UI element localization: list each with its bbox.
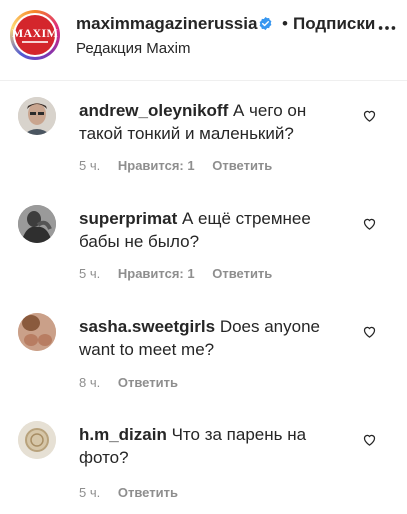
avatar-photo (18, 313, 56, 351)
comment-username[interactable]: superprimat (79, 209, 177, 228)
reply-button[interactable]: Ответить (118, 485, 178, 500)
verified-badge-icon (259, 16, 272, 31)
comment-meta: 5 ч. Ответить (79, 485, 192, 500)
reply-button[interactable]: Ответить (212, 158, 272, 173)
avatar-border: MAXIM (11, 13, 59, 57)
comment-meta: 5 ч. Нравится: 1 Ответить (79, 158, 286, 173)
comment-meta: 5 ч. Нравится: 1 Ответить (79, 266, 286, 281)
comment-text: andrew_oleynikoff А чего он такой тонкий… (79, 99, 354, 145)
account-name[interactable]: maximmagazinerussia (76, 14, 257, 34)
logo-underline (22, 41, 48, 43)
comment-time: 5 ч. (79, 266, 101, 281)
account-avatar[interactable]: MAXIM (10, 10, 60, 60)
user-avatar[interactable] (18, 205, 56, 243)
like-heart-icon[interactable] (362, 324, 377, 339)
following-button[interactable]: Подписки (293, 14, 375, 34)
comment-time: 5 ч. (79, 485, 101, 500)
account-subtitle: Редакция Maxim (76, 40, 191, 57)
comment-username[interactable]: andrew_oleynikoff (79, 101, 228, 120)
user-avatar[interactable] (18, 421, 56, 459)
reply-button[interactable]: Ответить (118, 375, 178, 390)
user-avatar[interactable] (18, 313, 56, 351)
comment-time: 8 ч. (79, 375, 101, 390)
likes-count-button[interactable]: Нравится: 1 (118, 158, 195, 173)
avatar-photo (18, 205, 56, 243)
comment-time: 5 ч. (79, 158, 101, 173)
comment-text: h.m_dizain Что за парень на фото? (79, 423, 354, 469)
user-avatar[interactable] (18, 97, 56, 135)
comment-text: superprimat А ещё стремнее бабы не было? (79, 207, 354, 253)
comment-username[interactable]: h.m_dizain (79, 425, 167, 444)
likes-count-button[interactable]: Нравится: 1 (118, 266, 195, 281)
comment-meta: 8 ч. Ответить (79, 375, 192, 390)
like-heart-icon[interactable] (362, 216, 377, 231)
avatar-photo (18, 421, 56, 459)
like-heart-icon[interactable] (362, 108, 377, 123)
like-heart-icon[interactable] (362, 432, 377, 447)
header-separator: • (282, 14, 288, 33)
comment-text: sasha.sweetgirls Does anyone want to mee… (79, 315, 354, 361)
reply-button[interactable]: Ответить (212, 266, 272, 281)
post-header: MAXIM maximmagazinerussia • Подписки Ред… (0, 0, 407, 81)
maxim-logo: MAXIM (11, 15, 59, 55)
logo-text: MAXIM (11, 26, 59, 40)
avatar-photo (18, 97, 56, 135)
more-options-icon[interactable] (376, 17, 398, 39)
comment-username[interactable]: sasha.sweetgirls (79, 317, 215, 336)
